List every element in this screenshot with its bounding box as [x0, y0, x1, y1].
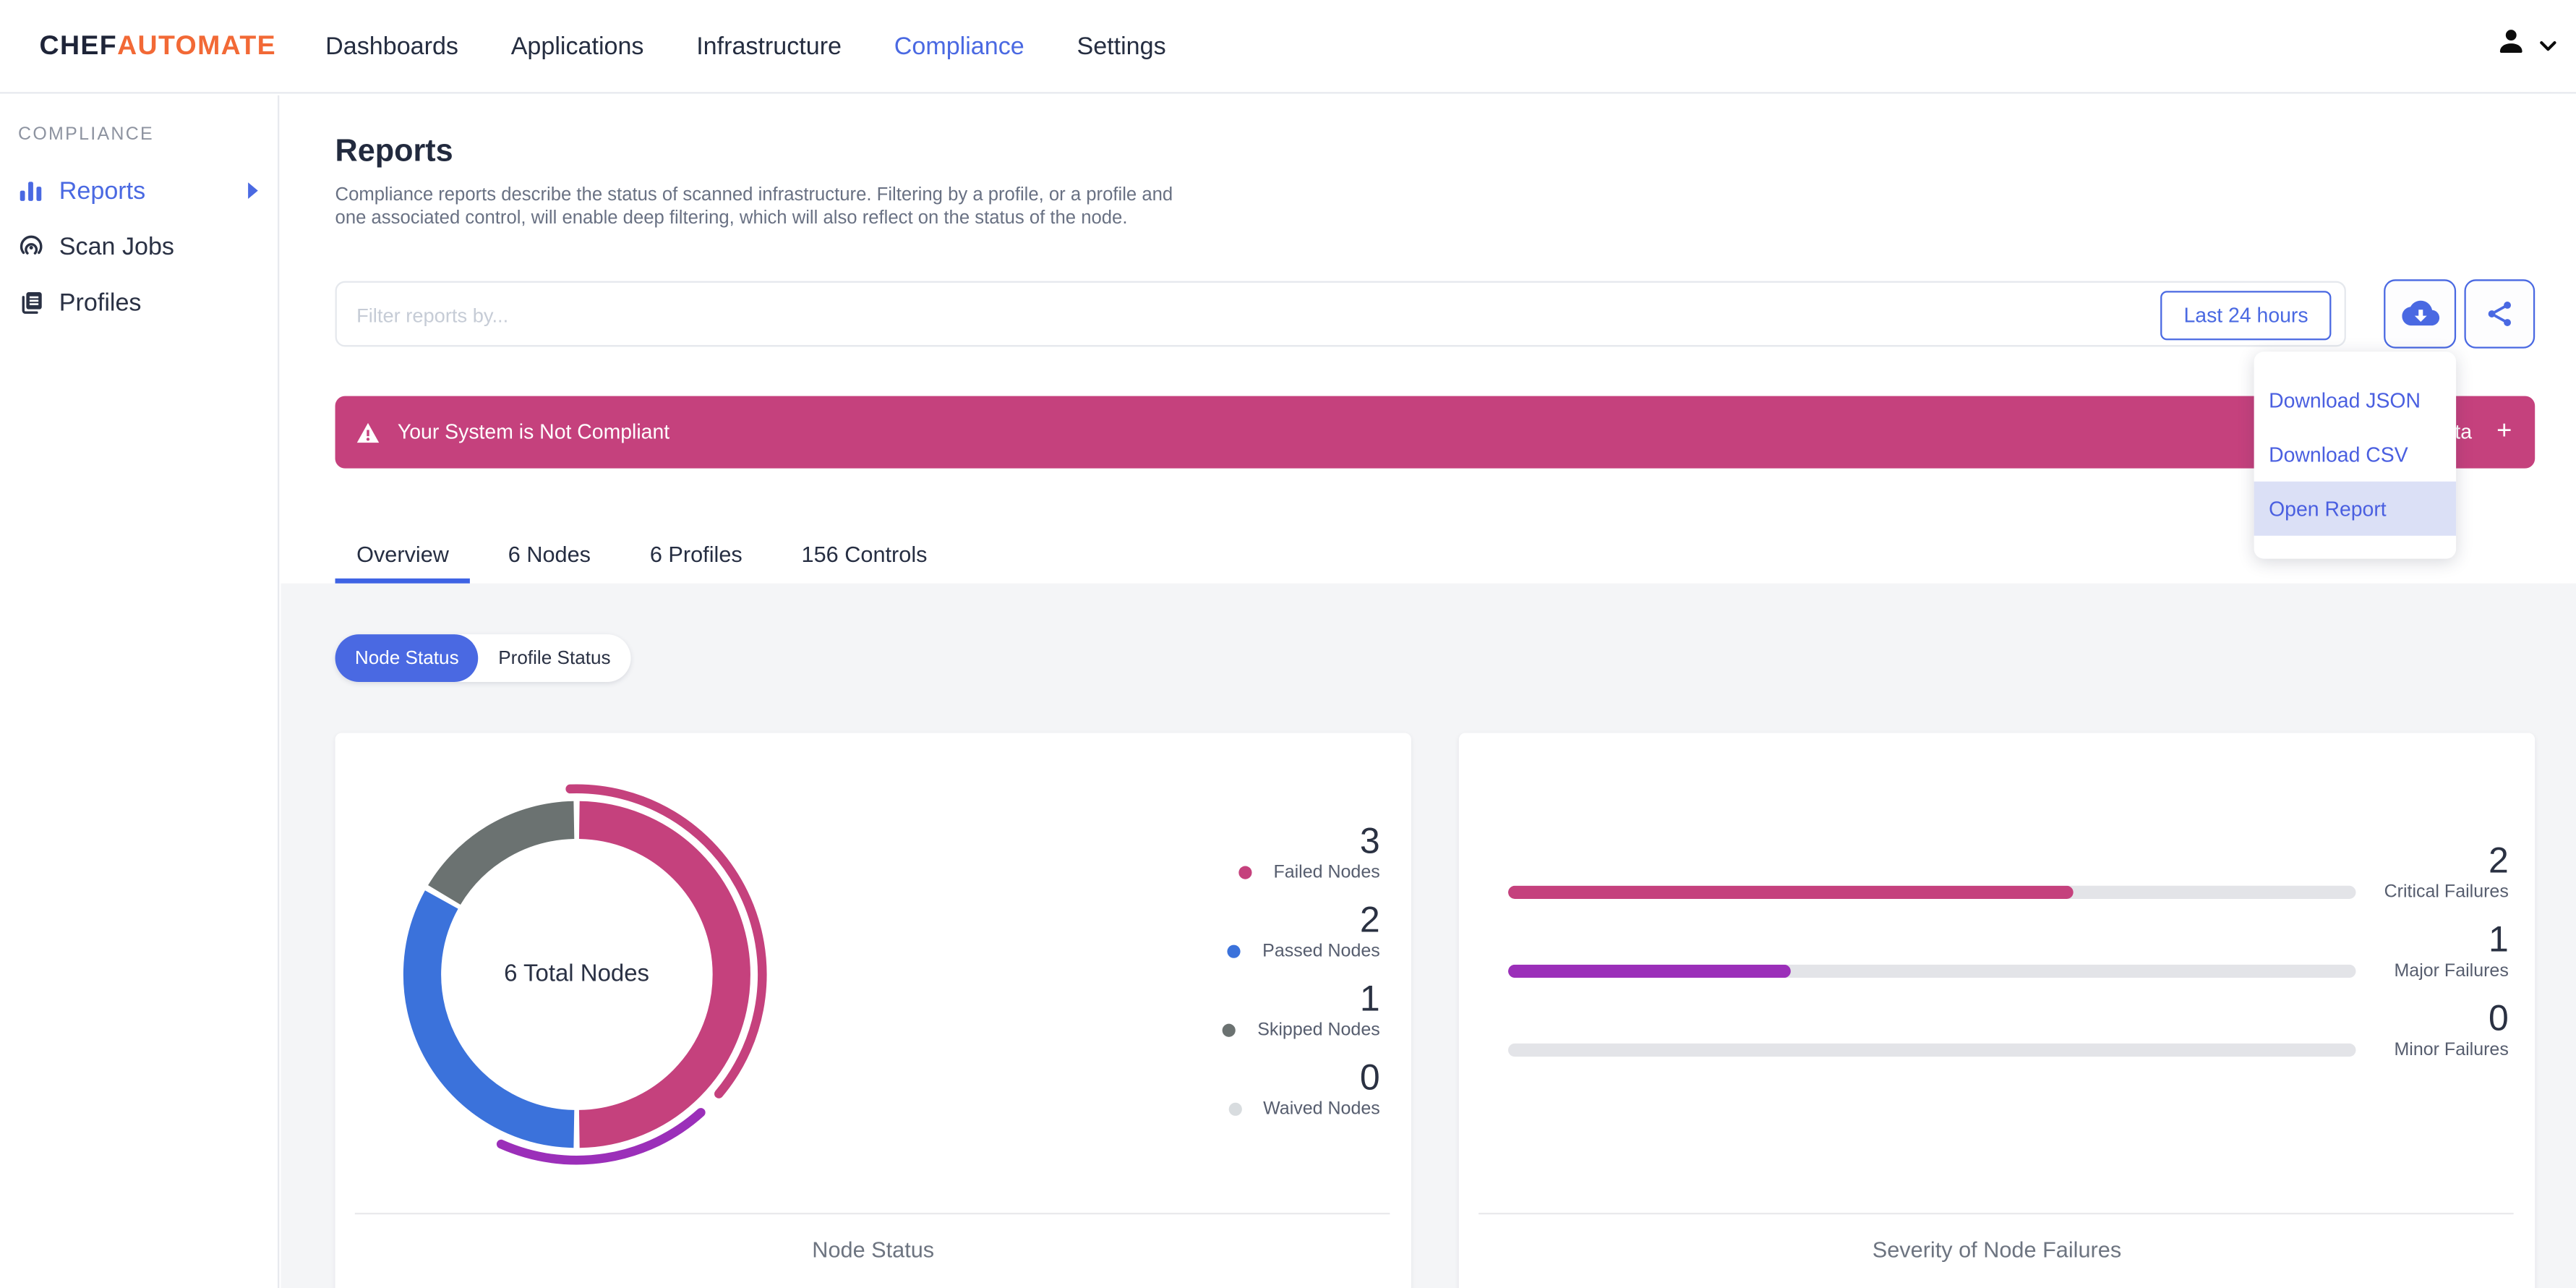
nav-user-area[interactable]: [2496, 26, 2576, 66]
severity-bars: 2 Critical Failures 1 Major Failures 0 M…: [1507, 840, 2509, 1078]
banner-message: Your System is Not Compliant: [397, 420, 670, 444]
banner-plus-button[interactable]: +: [2496, 418, 2512, 445]
logo-chef: CHEF: [39, 30, 118, 60]
donut-segment-passed-nodes: [403, 890, 575, 1148]
severity-label: Minor Failures: [2394, 1040, 2509, 1060]
page-description-line1: Compliance reports describe the status o…: [335, 185, 1173, 206]
sidebar-item-scan-jobs[interactable]: Scan Jobs: [0, 218, 278, 274]
donut-segment-skipped-nodes: [428, 801, 575, 905]
node-status-card: 6 Total Nodes 3 Failed Nodes 2 Passed Nod…: [335, 733, 1411, 1288]
main-content: Reports Compliance reports describe the …: [281, 95, 2576, 1288]
scan-jobs-icon: [20, 235, 43, 255]
chevron-down-icon[interactable]: [2540, 31, 2556, 61]
legend-label: Waived Nodes: [1263, 1099, 1380, 1119]
cloud-download-icon: [2401, 300, 2439, 326]
filter-bar: Last 24 hours: [335, 281, 2346, 347]
legend-count: 1: [1359, 978, 1380, 1019]
legend-dot: [1238, 865, 1252, 879]
menu-item-download-json[interactable]: Download JSON: [2254, 373, 2456, 427]
menu-item-open-report[interactable]: Open Report: [2254, 481, 2457, 536]
sidebar-item-profiles[interactable]: Profiles: [0, 274, 278, 330]
sidebar-item-reports[interactable]: Reports: [0, 163, 278, 218]
severity-track: [1507, 964, 2356, 978]
compliance-banner: Your System is Not Compliant ta +: [335, 396, 2536, 469]
bar-chart-icon: [20, 182, 42, 201]
severity-count: 1: [2488, 918, 2509, 960]
logo-automate: AUTOMATE: [117, 30, 276, 60]
banner-right-control: ta +: [2455, 418, 2512, 445]
filter-input[interactable]: [353, 284, 2102, 347]
legend-dot: [1223, 1023, 1236, 1036]
severity-track: [1507, 1043, 2356, 1057]
nav-item-compliance[interactable]: Compliance: [894, 32, 1024, 60]
card-divider: [354, 1212, 1390, 1215]
nav-item-dashboards[interactable]: Dashboards: [325, 32, 458, 60]
legend-label: Passed Nodes: [1262, 940, 1380, 961]
legend-entry-failed-nodes: 3 Failed Nodes: [1223, 819, 1380, 882]
legend-count: 2: [1359, 898, 1380, 940]
chef-automate-logo[interactable]: CHEFAUTOMATE: [40, 30, 276, 61]
severity-row-critical-failures: 2 Critical Failures: [1507, 840, 2509, 920]
sidebar-item-label: Reports: [59, 176, 146, 205]
banner-right-partial-text: ta: [2455, 420, 2473, 444]
severity-fill: [1507, 885, 2074, 899]
page-description-line2: one associated control, will enable deep…: [335, 208, 1128, 229]
share-button[interactable]: [2464, 279, 2536, 349]
card-divider: [1479, 1212, 2514, 1215]
severity-count: 2: [2488, 840, 2509, 881]
share-icon: [2488, 302, 2512, 326]
sidebar-section-label: COMPLIANCE: [17, 124, 155, 145]
page-description: Compliance reports describe the status o…: [335, 184, 1173, 230]
caret-right-icon: [248, 182, 258, 199]
severity-row-minor-failures: 0 Minor Failures: [1507, 997, 2509, 1078]
time-range-button[interactable]: Last 24 hours: [2160, 291, 2332, 341]
donut-legend: 3 Failed Nodes 2 Passed Nodes 1 Skipped No…: [1223, 819, 1380, 1137]
legend-entry-waived-nodes: 0 Waived Nodes: [1223, 1057, 1380, 1119]
severity-label: Major Failures: [2394, 961, 2509, 981]
menu-item-download-csv[interactable]: Download CSV: [2254, 427, 2456, 482]
page-title: Reports: [335, 135, 453, 170]
download-button[interactable]: [2384, 279, 2457, 349]
legend-dot: [1228, 1101, 1242, 1115]
legend-dot: [1228, 944, 1241, 958]
status-toggle: Node Status Profile Status: [335, 634, 630, 683]
legend-count: 0: [1359, 1057, 1380, 1098]
severity-caption: Severity of Node Failures: [1872, 1237, 2122, 1263]
toggle-profile-status[interactable]: Profile Status: [479, 634, 630, 682]
sidebar: COMPLIANCE Reports Scan Jobs Profiles: [0, 95, 280, 1288]
legend-count: 3: [1359, 819, 1380, 861]
severity-card: 2 Critical Failures 1 Major Failures 0 M…: [1458, 733, 2536, 1288]
severity-fill: [1507, 964, 1791, 978]
report-tabs: Overview 6 Nodes 6 Profiles 156 Controls: [335, 526, 949, 584]
tab-overview[interactable]: Overview: [335, 526, 471, 584]
sidebar-list: Reports Scan Jobs Profiles: [0, 163, 278, 330]
severity-count: 0: [2488, 997, 2509, 1039]
donut-center-label: 6 Total Nodes: [504, 961, 650, 988]
legend-label: Skipped Nodes: [1257, 1019, 1380, 1040]
warning-icon: [356, 422, 380, 443]
nav-item-settings[interactable]: Settings: [1077, 32, 1165, 60]
sidebar-item-label: Scan Jobs: [59, 232, 174, 261]
severity-row-major-failures: 1 Major Failures: [1507, 918, 2509, 999]
tab-profiles[interactable]: 6 Profiles: [628, 526, 763, 584]
top-nav: CHEFAUTOMATE Dashboards Applications Inf…: [0, 0, 2576, 94]
app-root: CHEFAUTOMATE Dashboards Applications Inf…: [0, 0, 2576, 1288]
nav-links: Dashboards Applications Infrastructure C…: [325, 32, 1165, 60]
sidebar-item-label: Profiles: [59, 288, 142, 317]
person-icon[interactable]: [2496, 26, 2527, 66]
tab-nodes[interactable]: 6 Nodes: [487, 526, 612, 584]
legend-label: Failed Nodes: [1273, 861, 1380, 882]
toggle-node-status[interactable]: Node Status: [335, 634, 479, 683]
legend-entry-skipped-nodes: 1 Skipped Nodes: [1223, 978, 1380, 1040]
nav-item-infrastructure[interactable]: Infrastructure: [696, 32, 842, 60]
legend-entry-passed-nodes: 2 Passed Nodes: [1223, 898, 1380, 961]
download-menu: Download JSON Download CSV Open Report: [2254, 351, 2457, 559]
profiles-icon: [22, 292, 42, 314]
tab-controls[interactable]: 156 Controls: [780, 526, 949, 584]
node-status-caption: Node Status: [812, 1237, 935, 1263]
severity-track: [1507, 885, 2356, 899]
nav-item-applications[interactable]: Applications: [511, 32, 644, 60]
severity-label: Critical Failures: [2384, 882, 2509, 903]
